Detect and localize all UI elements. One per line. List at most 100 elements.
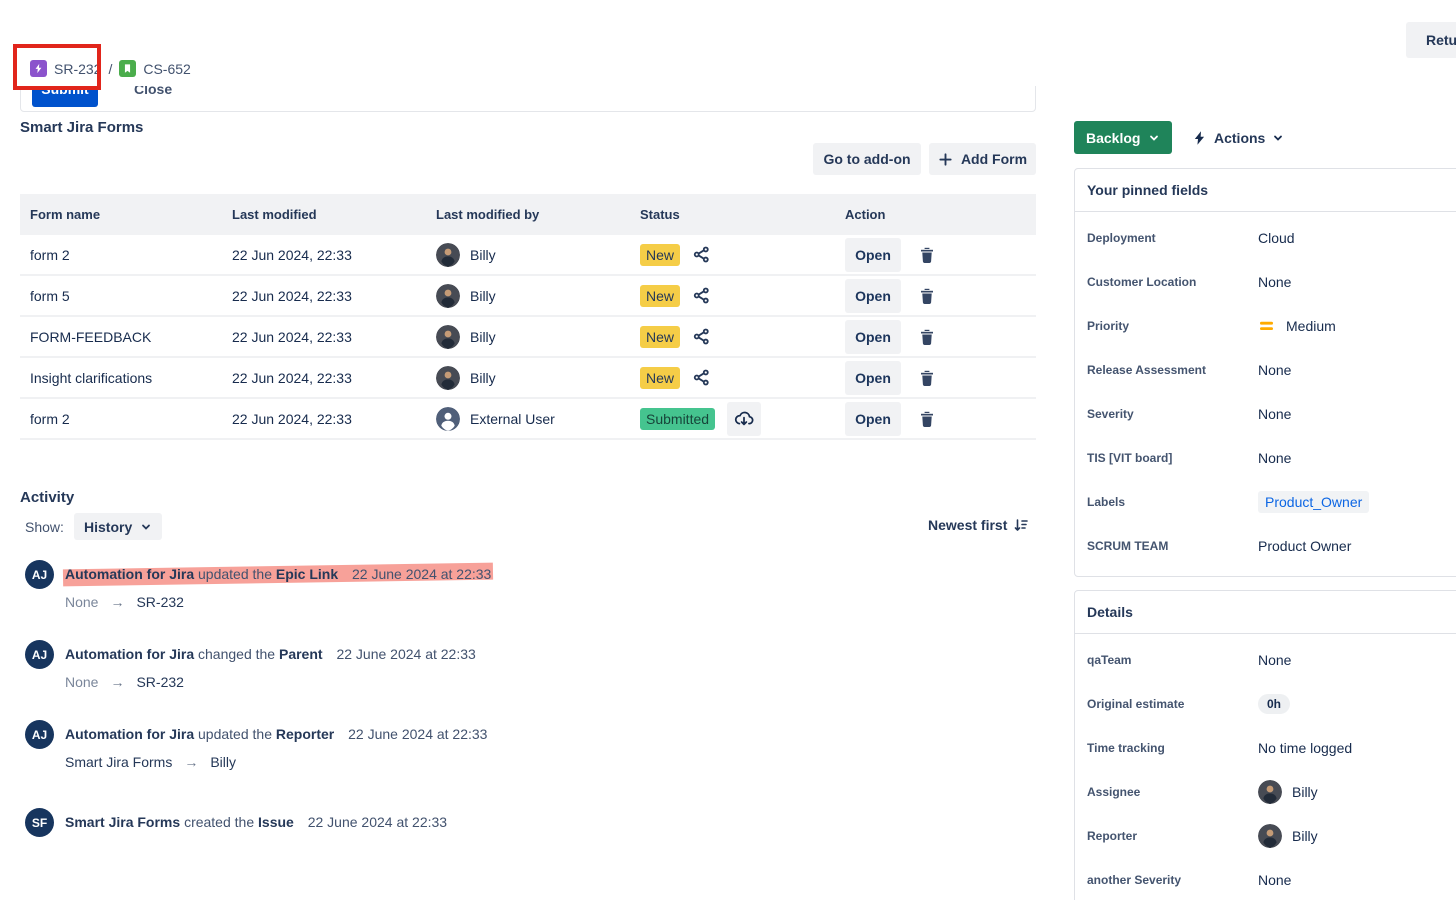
share-icon[interactable]: [692, 286, 711, 305]
field-row-labels: Labels Product_Owner: [1075, 480, 1456, 524]
chevron-down-icon: [1148, 132, 1160, 144]
add-form-button[interactable]: Add Form: [929, 143, 1036, 175]
table-row: Insight clarifications 22 Jun 2024, 22:3…: [20, 358, 1036, 399]
priority-medium-icon: [1258, 319, 1276, 333]
col-last-modified: Last modified: [232, 207, 436, 222]
breadcrumb-separator: /: [108, 61, 112, 77]
status-badge: Submitted: [640, 408, 715, 430]
download-submission-button[interactable]: [727, 402, 761, 436]
share-icon[interactable]: [692, 245, 711, 264]
activity-headline: Automation for Jira updated the Epic Lin…: [65, 566, 491, 582]
activity-change: Smart Jira Forms → Billy: [65, 754, 236, 770]
trash-icon[interactable]: [917, 286, 937, 306]
activity-change: None → SR-232: [65, 674, 184, 690]
status-badge: New: [640, 244, 680, 266]
form-name: Insight clarifications: [30, 370, 232, 386]
activity-headline: Automation for Jira changed the Parent 2…: [65, 646, 476, 662]
share-icon[interactable]: [692, 368, 711, 387]
field-row-priority: Priority Medium: [1075, 304, 1456, 348]
actions-dropdown-button[interactable]: Actions: [1192, 121, 1284, 154]
forms-section-title: Smart Jira Forms: [20, 119, 143, 136]
modified-by-name: Billy: [470, 329, 496, 345]
chevron-down-icon: [140, 521, 152, 533]
field-row-another-severity: another Severity None: [1075, 858, 1456, 900]
trash-icon[interactable]: [917, 245, 937, 265]
pinned-fields-panel: Your pinned fields Deployment Cloud Cust…: [1074, 168, 1456, 577]
user-avatar: [436, 325, 460, 349]
activity-section-title: Activity: [20, 489, 74, 506]
trash-icon[interactable]: [917, 368, 937, 388]
status-badge: New: [640, 326, 680, 348]
estimate-pill[interactable]: 0h: [1258, 694, 1290, 714]
field-row-tis-board: TIS [VIT board] None: [1075, 436, 1456, 480]
table-row: form 2 22 Jun 2024, 22:33 Billy New Open: [20, 235, 1036, 276]
sort-order-icon: [1013, 517, 1029, 533]
return-button[interactable]: Return: [1406, 22, 1456, 58]
form-name: FORM-FEEDBACK: [30, 329, 232, 345]
user-avatar: [436, 243, 460, 267]
trash-icon[interactable]: [917, 327, 937, 347]
field-row-reporter: Reporter Billy: [1075, 814, 1456, 858]
table-row: FORM-FEEDBACK 22 Jun 2024, 22:33 Billy N…: [20, 317, 1036, 358]
form-name: form 2: [30, 411, 232, 427]
last-modified: 22 Jun 2024, 22:33: [232, 247, 436, 263]
forms-table: Form name Last modified Last modified by…: [20, 194, 1036, 440]
modified-by-name: External User: [470, 411, 555, 427]
col-last-modified-by: Last modified by: [436, 207, 640, 222]
table-row: form 5 22 Jun 2024, 22:33 Billy New Open: [20, 276, 1036, 317]
generic-person-avatar: [436, 407, 460, 431]
status-dropdown-button[interactable]: Backlog: [1074, 121, 1172, 154]
field-row-time-tracking: Time tracking No time logged: [1075, 726, 1456, 770]
details-panel: Details qaTeam None Original estimate 0h…: [1074, 590, 1456, 900]
activity-sort-control[interactable]: Newest first: [928, 517, 1029, 533]
form-name: form 2: [30, 247, 232, 263]
last-modified: 22 Jun 2024, 22:33: [232, 411, 436, 427]
table-header-row: Form name Last modified Last modified by…: [20, 194, 1036, 235]
arrow-right-icon: →: [110, 674, 124, 690]
form-name: form 5: [30, 288, 232, 304]
smart-forms-avatar: SF: [25, 808, 54, 837]
open-form-button[interactable]: Open: [845, 361, 901, 395]
automation-avatar: AJ: [25, 560, 54, 589]
automation-avatar: AJ: [25, 720, 54, 749]
arrow-right-icon: →: [184, 754, 198, 770]
last-modified: 22 Jun 2024, 22:33: [232, 288, 436, 304]
modified-by-name: Billy: [470, 247, 496, 263]
user-avatar: [436, 284, 460, 308]
status-badge: New: [640, 367, 680, 389]
activity-timestamp: 22 June 2024 at 22:33: [336, 646, 475, 662]
field-row-assignee: Assignee Billy: [1075, 770, 1456, 814]
activity-filter-dropdown[interactable]: History: [74, 513, 162, 540]
col-action: Action: [845, 207, 1036, 222]
field-row-deployment: Deployment Cloud: [1075, 216, 1456, 260]
breadcrumb-issue-link[interactable]: CS-652: [143, 61, 190, 77]
col-form-name: Form name: [30, 207, 232, 222]
red-annotation-box: [13, 44, 101, 90]
open-form-button[interactable]: Open: [845, 402, 901, 436]
field-row-release-assessment: Release Assessment None: [1075, 348, 1456, 392]
activity-change: None → SR-232: [65, 594, 184, 610]
field-row-customer-location: Customer Location None: [1075, 260, 1456, 304]
open-form-button[interactable]: Open: [845, 320, 901, 354]
label-chip[interactable]: Product_Owner: [1258, 491, 1369, 513]
story-type-icon: [119, 60, 136, 77]
open-form-button[interactable]: Open: [845, 279, 901, 313]
automation-avatar: AJ: [25, 640, 54, 669]
open-form-button[interactable]: Open: [845, 238, 901, 272]
arrow-right-icon: →: [110, 594, 124, 610]
field-row-scrum-team: SCRUM TEAM Product Owner: [1075, 524, 1456, 568]
col-status: Status: [640, 207, 845, 222]
details-panel-title: Details: [1075, 591, 1456, 634]
assignee-avatar: [1258, 780, 1282, 804]
modified-by-name: Billy: [470, 288, 496, 304]
pinned-panel-title: Your pinned fields: [1075, 169, 1456, 212]
lightning-icon: [1192, 130, 1207, 146]
share-icon[interactable]: [692, 327, 711, 346]
activity-headline: Automation for Jira updated the Reporter…: [65, 726, 487, 742]
trash-icon[interactable]: [917, 409, 937, 429]
goto-addon-button[interactable]: Go to add-on: [813, 143, 921, 175]
activity-timestamp: 22 June 2024 at 22:33: [348, 726, 487, 742]
modified-by-name: Billy: [470, 370, 496, 386]
plus-icon: [938, 152, 953, 167]
field-row-qateam: qaTeam None: [1075, 638, 1456, 682]
